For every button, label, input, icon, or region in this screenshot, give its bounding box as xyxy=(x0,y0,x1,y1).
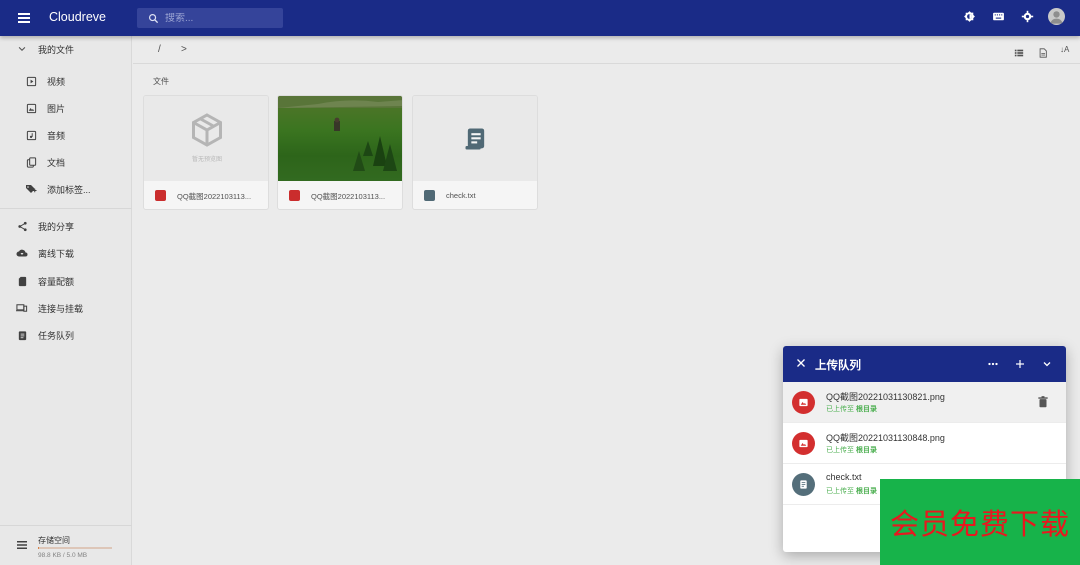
sidebar-item-label: 离线下载 xyxy=(38,248,75,259)
upload-queue-header: 上传队列 xyxy=(783,346,1066,382)
box-icon xyxy=(192,112,222,147)
storage-usage: 98.8 KB / 5.0 MB xyxy=(38,552,88,559)
more-icon[interactable] xyxy=(985,356,1001,372)
upload-target-link[interactable]: 根目录 xyxy=(856,447,877,454)
list-view-icon[interactable] xyxy=(1014,45,1024,63)
file-name: QQ截图2022103113... xyxy=(177,192,252,201)
sidebar-item-label: 图片 xyxy=(47,103,66,114)
file-card[interactable]: QQ截图2022103113... xyxy=(277,95,403,210)
devices-icon xyxy=(16,302,28,314)
sidebar-item-connections[interactable]: 连接与挂载 xyxy=(0,296,132,320)
section-label-files: 文件 xyxy=(153,77,169,86)
file-name: check.txt xyxy=(446,191,476,200)
search-box[interactable] xyxy=(137,8,283,28)
file-info-icon[interactable] xyxy=(1038,45,1048,63)
navigator-toolbar: / > ↓A xyxy=(133,36,1080,64)
chevron-down-icon[interactable] xyxy=(16,43,28,55)
upload-file-name: QQ截图20221031130821.png xyxy=(826,392,945,402)
image-file-icon xyxy=(155,190,166,201)
sidebar-item-documents[interactable]: 文档 xyxy=(0,150,132,174)
share-icon xyxy=(16,220,28,232)
sidebar-item-my-files[interactable]: 我的文件 xyxy=(0,37,132,61)
upload-file-name: check.txt xyxy=(826,472,862,482)
sidebar-item-add-tag[interactable]: 添加标签... xyxy=(0,177,132,201)
storage-label: 存储空间 xyxy=(38,536,70,545)
user-avatar[interactable] xyxy=(1048,8,1065,25)
search-icon xyxy=(149,13,159,23)
sidebar-item-audio[interactable]: 音频 xyxy=(0,123,132,147)
delete-icon[interactable] xyxy=(1036,395,1050,409)
upload-target-link[interactable]: 根目录 xyxy=(856,488,877,495)
search-input[interactable] xyxy=(165,12,275,24)
sidebar-item-label: 连接与挂载 xyxy=(38,303,84,314)
upload-status: 已上传至 根目录 xyxy=(826,488,877,495)
add-icon[interactable] xyxy=(1012,356,1028,372)
menu-icon[interactable] xyxy=(18,13,30,23)
upload-queue-title: 上传队列 xyxy=(815,360,861,372)
keyboard-icon[interactable] xyxy=(990,8,1007,25)
upload-target-link[interactable]: 根目录 xyxy=(856,406,877,413)
sd-card-icon xyxy=(16,275,28,287)
text-file-large-icon xyxy=(465,128,485,149)
upload-queue-item[interactable]: QQ截图20221031130821.png 已上传至 根目录 xyxy=(783,382,1066,423)
file-thumbnail xyxy=(278,96,402,181)
sidebar-item-my-shares[interactable]: 我的分享 xyxy=(0,214,132,238)
image-file-icon xyxy=(289,190,300,201)
file-card[interactable]: 暂无预览图 QQ截图2022103113... xyxy=(143,95,269,210)
grass-field-thumbnail-image xyxy=(278,96,402,171)
sort-icon[interactable]: ↓A xyxy=(1060,45,1069,54)
sidebar-item-quota[interactable]: 容量配额 xyxy=(0,269,132,293)
upload-queue-item[interactable]: QQ截图20221031130848.png 已上传至 根目录 xyxy=(783,423,1066,464)
sidebar-divider xyxy=(0,208,132,209)
image-file-icon xyxy=(792,432,815,455)
file-card[interactable]: check.txt xyxy=(412,95,538,210)
text-file-icon xyxy=(792,473,815,496)
theme-toggle-icon[interactable] xyxy=(961,8,978,25)
sidebar-item-label: 我的文件 xyxy=(38,44,75,55)
storage-progress-fill xyxy=(38,547,40,549)
sidebar-item-label: 我的分享 xyxy=(38,221,75,232)
sidebar-item-label: 文档 xyxy=(47,157,66,168)
no-preview-caption: 暂无预览图 xyxy=(191,156,222,163)
sidebar-item-label: 容量配额 xyxy=(38,276,75,287)
text-file-icon xyxy=(424,190,435,201)
sidebar-item-offline-download[interactable]: 离线下载 xyxy=(0,241,132,265)
sidebar-item-label: 添加标签... xyxy=(47,184,91,195)
upload-status: 已上传至 根目录 xyxy=(826,406,877,413)
sidebar: 我的文件 视频 图片 音频 文档 添加标签... 我的分享 离线下载 容量配额 … xyxy=(0,36,132,565)
image-file-icon xyxy=(792,391,815,414)
app-bar: Cloudreve xyxy=(0,0,1080,36)
storage-progress-bar xyxy=(38,547,112,549)
video-icon xyxy=(25,75,37,87)
breadcrumb-arrow-icon[interactable]: > xyxy=(181,44,187,55)
image-icon xyxy=(25,102,37,114)
sidebar-item-images[interactable]: 图片 xyxy=(0,96,132,120)
audio-icon xyxy=(25,129,37,141)
breadcrumb-root[interactable]: / xyxy=(158,44,161,55)
document-icon xyxy=(25,156,37,168)
promo-text: 会员免费下载 xyxy=(889,507,1070,541)
clipboard-icon xyxy=(16,329,28,341)
cloud-download-icon xyxy=(16,247,28,259)
storage-info[interactable]: 存储空间 98.8 KB / 5.0 MB xyxy=(0,525,132,565)
sidebar-item-video[interactable]: 视频 xyxy=(0,69,132,93)
app-title[interactable]: Cloudreve xyxy=(49,10,106,24)
file-thumbnail-placeholder: 暂无预览图 xyxy=(144,96,268,181)
file-thumbnail xyxy=(413,96,537,181)
sidebar-item-label: 视频 xyxy=(47,76,66,87)
file-name: QQ截图2022103113... xyxy=(311,192,386,201)
storage-icon xyxy=(16,538,28,556)
sidebar-item-task-queue[interactable]: 任务队列 xyxy=(0,323,132,347)
sidebar-item-label: 音频 xyxy=(47,130,66,141)
promo-badge[interactable]: 会员免费下载 xyxy=(880,479,1080,565)
settings-gear-icon[interactable] xyxy=(1019,8,1036,25)
upload-file-name: QQ截图20221031130848.png xyxy=(826,433,945,443)
tag-add-icon xyxy=(25,183,37,195)
upload-status: 已上传至 根目录 xyxy=(826,447,877,454)
sidebar-item-label: 任务队列 xyxy=(38,330,75,341)
close-icon[interactable] xyxy=(795,357,807,369)
chevron-down-icon[interactable] xyxy=(1039,356,1055,372)
